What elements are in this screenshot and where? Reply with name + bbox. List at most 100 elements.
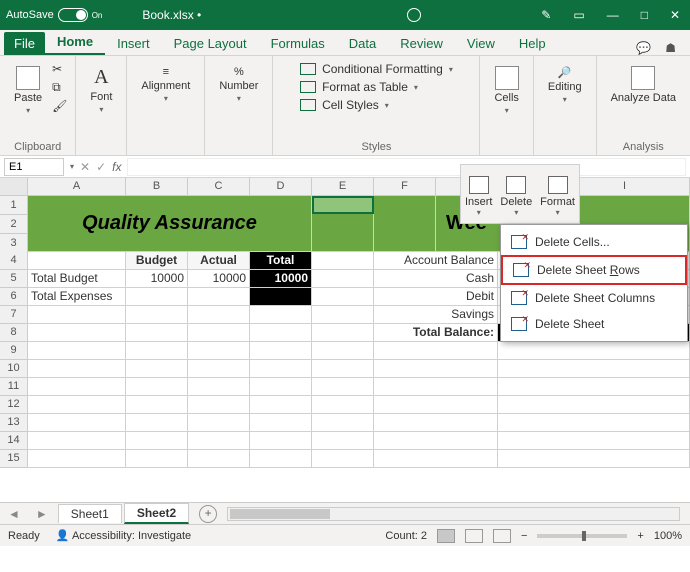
tab-insert[interactable]: Insert: [105, 32, 162, 55]
colhead-F[interactable]: F: [374, 178, 436, 195]
tab-data[interactable]: Data: [337, 32, 388, 55]
cancel-icon[interactable]: ✕: [80, 160, 90, 174]
rowhead-13[interactable]: 13: [0, 414, 28, 432]
delete-button[interactable]: Delete▾: [500, 176, 532, 217]
ribbon-display-icon[interactable]: ▭: [573, 8, 584, 22]
rowhead-7[interactable]: 7: [0, 306, 28, 324]
page-break-view[interactable]: [493, 529, 511, 543]
tab-home[interactable]: Home: [45, 30, 105, 55]
cells-palette: Insert▾ Delete▾ Format▾: [460, 164, 580, 224]
hdr-actual[interactable]: Actual: [188, 252, 250, 270]
copy-icon[interactable]: ⧉: [52, 80, 67, 95]
cell-D5[interactable]: 10000: [250, 270, 312, 288]
rowhead-15[interactable]: 15: [0, 450, 28, 468]
maximize-icon[interactable]: □: [641, 8, 648, 22]
debit[interactable]: Debit: [374, 288, 498, 306]
number-button[interactable]: % Number▾: [213, 62, 264, 107]
search-icon[interactable]: [407, 8, 421, 22]
rowhead-10[interactable]: 10: [0, 360, 28, 378]
tab-view[interactable]: View: [455, 32, 507, 55]
comments-icon[interactable]: 💬: [636, 41, 651, 55]
savings[interactable]: Savings: [374, 306, 498, 324]
horizontal-scrollbar[interactable]: [227, 507, 680, 521]
group-styles: Conditional Formatting ▾ Format as Table…: [273, 56, 480, 155]
tab-review[interactable]: Review: [388, 32, 455, 55]
delete-cells[interactable]: Delete Cells...: [501, 229, 687, 255]
rowhead-2[interactable]: 2: [0, 215, 28, 234]
pen-icon[interactable]: ✎: [541, 8, 551, 22]
share-icon[interactable]: ☗: [665, 41, 676, 55]
delete-sheet[interactable]: Delete Sheet: [501, 311, 687, 337]
zoom-level[interactable]: 100%: [654, 530, 682, 542]
cell-styles[interactable]: Cell Styles ▾: [300, 98, 453, 112]
cell-C5[interactable]: 10000: [188, 270, 250, 288]
add-sheet[interactable]: +: [199, 505, 217, 523]
colhead-C[interactable]: C: [188, 178, 250, 195]
rowhead-14[interactable]: 14: [0, 432, 28, 450]
normal-view[interactable]: [437, 529, 455, 543]
select-all[interactable]: [0, 178, 28, 195]
rowhead-5[interactable]: 5: [0, 270, 28, 288]
autosave-toggle[interactable]: AutoSave On: [6, 8, 102, 22]
cells-button[interactable]: Cells▾: [488, 62, 524, 119]
tab-page-layout[interactable]: Page Layout: [162, 32, 259, 55]
tab-formulas[interactable]: Formulas: [259, 32, 337, 55]
analyze-data-button[interactable]: Analyze Data: [605, 62, 682, 108]
rowhead-8[interactable]: 8: [0, 324, 28, 342]
insert-button[interactable]: Insert▾: [465, 176, 493, 217]
selected-cell-E1[interactable]: [312, 196, 374, 214]
delete-menu: Delete Cells... Delete Sheet Rows Delete…: [500, 224, 688, 342]
cash[interactable]: Cash: [374, 270, 498, 288]
fx-icon[interactable]: fx: [112, 160, 121, 174]
editing-button[interactable]: 🔎 Editing▾: [542, 62, 588, 108]
colhead-E[interactable]: E: [312, 178, 374, 195]
formula-input[interactable]: [127, 158, 686, 176]
rowhead-12[interactable]: 12: [0, 396, 28, 414]
rowhead-3[interactable]: 3: [0, 234, 28, 253]
format-as-table[interactable]: Format as Table ▾: [300, 80, 453, 94]
minimize-icon[interactable]: —: [607, 8, 619, 22]
cell-B5[interactable]: 10000: [126, 270, 188, 288]
close-icon[interactable]: ✕: [670, 8, 680, 22]
rowhead-4[interactable]: 4: [0, 252, 28, 270]
rowhead-11[interactable]: 11: [0, 378, 28, 396]
hdr-total[interactable]: Total: [250, 252, 312, 270]
format-button[interactable]: Format▾: [540, 176, 575, 217]
total-expenses[interactable]: Total Expenses: [28, 288, 126, 306]
filename[interactable]: Book.xlsx •: [142, 8, 201, 22]
name-box-dd[interactable]: ▾: [70, 162, 74, 171]
alignment-button[interactable]: ≡ Alignment▾: [135, 62, 196, 107]
rowhead-9[interactable]: 9: [0, 342, 28, 360]
rowhead-1[interactable]: 1: [0, 196, 28, 215]
colhead-D[interactable]: D: [250, 178, 312, 195]
zoom-slider[interactable]: [537, 534, 627, 538]
page-layout-view[interactable]: [465, 529, 483, 543]
total-budget[interactable]: Total Budget: [28, 270, 126, 288]
conditional-formatting[interactable]: Conditional Formatting ▾: [300, 62, 453, 76]
delete-sheet-rows[interactable]: Delete Sheet Rows: [501, 255, 687, 285]
autosave-label: AutoSave: [6, 9, 54, 21]
paste-button[interactable]: Paste▾: [8, 62, 48, 119]
font-button[interactable]: A Font▾: [84, 62, 118, 118]
tab-nav-left[interactable]: ◄: [0, 507, 28, 521]
qa-title-cell[interactable]: Quality Assurance: [28, 196, 312, 252]
colhead-A[interactable]: A: [28, 178, 126, 195]
hdr-budget[interactable]: Budget: [126, 252, 188, 270]
format-painter-icon[interactable]: 🖌: [52, 99, 67, 113]
zoom-in[interactable]: +: [637, 530, 643, 542]
delete-sheet-columns[interactable]: Delete Sheet Columns: [501, 285, 687, 311]
status-accessibility[interactable]: 👤 Accessibility: Investigate: [56, 529, 191, 542]
cut-icon[interactable]: ✂: [52, 62, 67, 76]
name-box[interactable]: [4, 158, 64, 176]
total-balance-label[interactable]: Total Balance:: [374, 324, 498, 342]
colhead-B[interactable]: B: [126, 178, 188, 195]
enter-icon[interactable]: ✓: [96, 160, 106, 174]
rowhead-6[interactable]: 6: [0, 288, 28, 306]
acct-balance[interactable]: Account Balance: [374, 252, 498, 270]
sheet-tab-2[interactable]: Sheet2: [124, 503, 189, 524]
zoom-out[interactable]: −: [521, 530, 527, 542]
tab-help[interactable]: Help: [507, 32, 558, 55]
tab-file[interactable]: File: [4, 32, 45, 55]
sheet-tab-1[interactable]: Sheet1: [58, 504, 122, 523]
tab-nav-right[interactable]: ►: [28, 507, 56, 521]
